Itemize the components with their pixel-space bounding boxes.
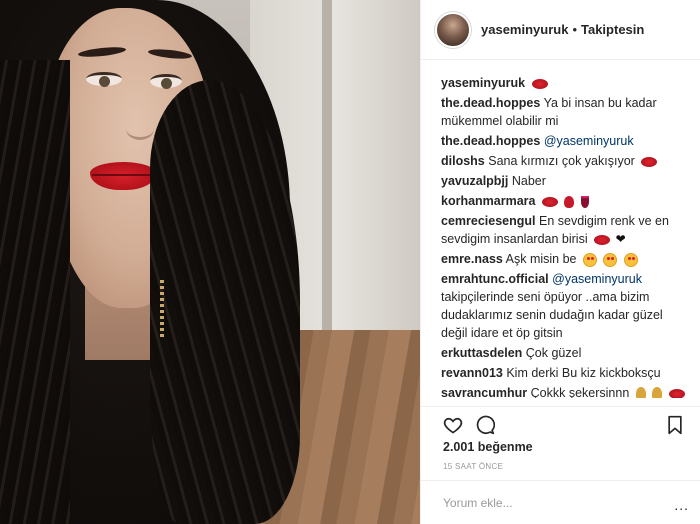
- rose-icon: [564, 195, 575, 208]
- comment-text: Sana kırmızı çok yakışıyor: [488, 154, 635, 168]
- more-options-icon[interactable]: ...: [674, 497, 689, 513]
- action-bar: [421, 406, 700, 436]
- kiss-lips-icon: [594, 234, 611, 245]
- comment-text: Çok güzel: [525, 346, 582, 360]
- comment-list[interactable]: yaseminyuruk the.dead.hoppes Ya bi insan…: [421, 74, 700, 398]
- comment-username[interactable]: diloshs: [441, 154, 485, 168]
- kiss-lips-icon: [641, 156, 658, 167]
- heart-eyes-face-icon: [603, 252, 618, 267]
- comment-item: yavuzalpbjj Naber: [441, 172, 687, 190]
- comment-item: savrancumhur Çokkk şekersinnn: [441, 384, 687, 398]
- comment-item: revann013 Kim derki Bu kiz kickboksçu: [441, 364, 687, 382]
- comment-item: emrahtunc.official @yaseminyuruk takipçi…: [441, 270, 687, 342]
- wine-glass-icon: [580, 195, 589, 208]
- comment-username[interactable]: emrahtunc.official: [441, 272, 549, 286]
- heart-eyes-face-icon: [623, 252, 638, 267]
- bookmark-icon[interactable]: [667, 415, 683, 435]
- comment-item: the.dead.hoppes Ya bi insan bu kadar mük…: [441, 94, 687, 130]
- comment-username[interactable]: erkuttasdelen: [441, 346, 522, 360]
- heart-eyes-face-icon: [583, 252, 597, 267]
- add-comment-bar: ...: [421, 480, 700, 524]
- comment-mention-link[interactable]: @yaseminyuruk: [552, 272, 642, 286]
- comment-icon[interactable]: [475, 415, 495, 435]
- comment-username[interactable]: yavuzalpbjj: [441, 174, 508, 188]
- comment-username[interactable]: emre.nass: [441, 252, 503, 266]
- photo-door-edge: [322, 0, 332, 340]
- kiss-lips-icon: [541, 196, 558, 207]
- photo-necklace: [160, 280, 164, 340]
- kiss-lips-icon: [668, 388, 685, 398]
- comment-item: erkuttasdelen Çok güzel: [441, 344, 687, 362]
- follow-status-button[interactable]: Takiptesin: [581, 22, 644, 37]
- comment-username[interactable]: korhanmarmara: [441, 194, 536, 208]
- heart-icon[interactable]: [443, 415, 463, 435]
- kiss-lips-icon: [531, 78, 548, 89]
- comment-username[interactable]: savrancumhur: [441, 386, 527, 398]
- comment-username[interactable]: yaseminyuruk: [441, 76, 525, 90]
- comment-item: korhanmarmara: [441, 192, 687, 210]
- header-username[interactable]: yaseminyuruk: [481, 22, 568, 37]
- photo-nose: [126, 118, 154, 140]
- post-photo[interactable]: [0, 0, 420, 524]
- photo-hair-left: [0, 60, 70, 524]
- comment-item: yaseminyuruk: [441, 74, 687, 92]
- comment-text: Çokkk şekersinnn: [530, 386, 630, 398]
- comment-username[interactable]: the.dead.hoppes: [441, 96, 540, 110]
- comment-item: diloshs Sana kırmızı çok yakışıyor: [441, 152, 687, 170]
- post-header: yaseminyuruk • Takiptesin: [421, 0, 700, 60]
- comment-mention-link[interactable]: @yaseminyuruk: [544, 134, 634, 148]
- avatar[interactable]: [435, 11, 471, 48]
- comment-input[interactable]: [443, 495, 663, 510]
- comment-username[interactable]: revann013: [441, 366, 503, 380]
- black-heart-icon: ❤: [615, 232, 626, 246]
- comment-text: takipçilerinde seni öpüyor ..ama bizim d…: [441, 290, 663, 340]
- comment-text: Aşk misin be: [505, 252, 577, 266]
- comment-text: Kim derki Bu kiz kickboksçu: [506, 366, 661, 380]
- gold-icon: [652, 387, 663, 398]
- photo-eye-left: [86, 72, 122, 87]
- gold-icon: [635, 387, 646, 398]
- instagram-post: yaseminyuruk • Takiptesin yaseminyuruk t…: [0, 0, 700, 524]
- comment-username[interactable]: the.dead.hoppes: [441, 134, 540, 148]
- comment-item: the.dead.hoppes @yaseminyuruk: [441, 132, 687, 150]
- comment-text: Naber: [511, 174, 546, 188]
- post-time[interactable]: 15 SAAT ÖNCE: [443, 462, 503, 471]
- likes-count[interactable]: 2.001 beğenme: [443, 440, 533, 454]
- photo-eye-right: [150, 74, 182, 89]
- post-side-panel: yaseminyuruk • Takiptesin yaseminyuruk t…: [420, 0, 700, 524]
- comment-username[interactable]: cemreciesengul: [441, 214, 536, 228]
- header-separator: •: [572, 22, 577, 37]
- comment-item: emre.nass Aşk misin be: [441, 250, 687, 268]
- comment-item: cemreciesengul En sevdigim renk ve en se…: [441, 212, 687, 248]
- photo-lip-line: [92, 174, 154, 176]
